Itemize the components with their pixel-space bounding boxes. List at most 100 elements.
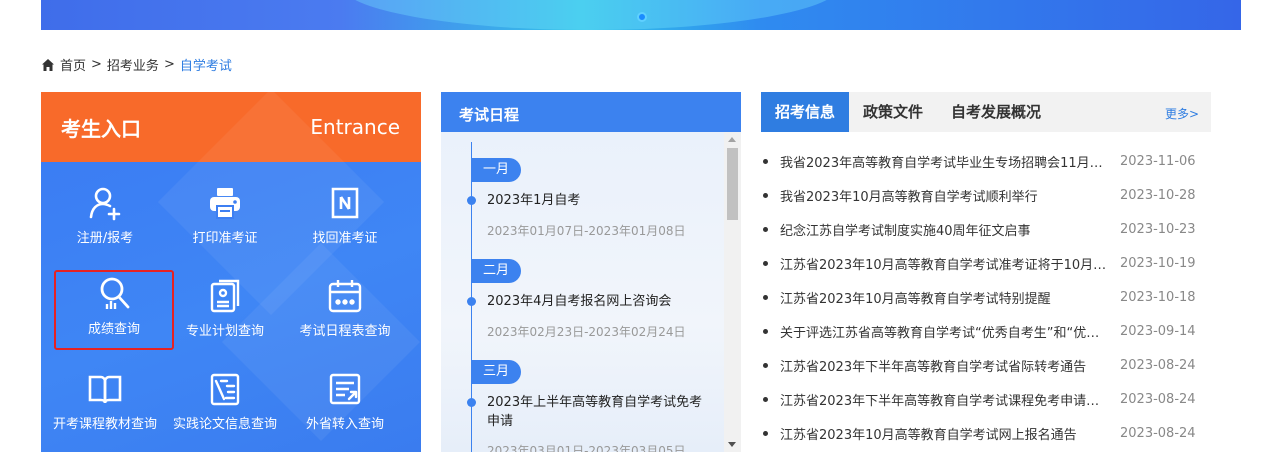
- entrance-item-label: 打印准考证: [192, 231, 258, 246]
- banner-carousel[interactable]: [41, 0, 1241, 30]
- entrance-item-label: 找回准考证: [312, 231, 378, 246]
- bullet-icon: [763, 192, 768, 198]
- schedule-event-date: 2023年02月23日-2023年02月24日: [487, 325, 686, 339]
- news-title-link[interactable]: 我省2023年高等教育自学考试毕业生专场招聘会11月18日举行: [780, 152, 1110, 171]
- calendar-icon: [328, 280, 362, 313]
- schedule-event-date: 2023年01月07日-2023年01月08日: [487, 224, 686, 238]
- news-date: 2023-08-24: [1120, 391, 1196, 407]
- news-date: 2023-09-14: [1120, 323, 1196, 339]
- entrance-item-label: 专业计划查询: [185, 324, 264, 339]
- entrance-item-label: 考试日程表查询: [299, 324, 391, 339]
- entrance-item-label: 外省转入查询: [305, 417, 384, 432]
- news-list-item: 江苏省2023年下半年高等教育自学考试课程免考申请通告 2023-08-24: [761, 382, 1211, 416]
- bullet-icon: [763, 158, 768, 164]
- printer-icon: [210, 188, 240, 219]
- month-tag: 二月: [471, 259, 522, 283]
- news-list-item: 江苏省2023年10月高等教育自学考试准考证将于10月20日开始打印 2023-1…: [761, 246, 1211, 280]
- news-list-item: 关于评选江苏省高等教育自学考试“优秀自考生”和“优秀助学单位”的通知 2023-0…: [761, 314, 1211, 348]
- paper-icon: [210, 373, 240, 406]
- entrance-title-en: Entrance: [310, 115, 400, 139]
- news-title-link[interactable]: 江苏省2023年10月高等教育自学考试准考证将于10月20日开始打印: [780, 254, 1110, 273]
- tab-recruitment-info[interactable]: 招考信息: [761, 92, 850, 132]
- bullet-icon: [763, 430, 768, 436]
- news-title-link[interactable]: 江苏省2023年下半年高等教育自学考试省际转考通告: [780, 356, 1110, 375]
- breadcrumb-separator: >: [163, 57, 175, 72]
- entrance-paper-query-button[interactable]: 实践论文信息查询: [165, 371, 285, 451]
- news-date: 2023-10-28: [1120, 187, 1196, 203]
- tab-development-overview[interactable]: 自考发展概况: [937, 92, 1055, 132]
- entrance-panel: 考生入口 Entrance 注册/报考 打印准考证 找回准考证 成绩查询 专业计…: [41, 92, 421, 452]
- news-title-link[interactable]: 江苏省2023年下半年高等教育自学考试课程免考申请通告: [780, 390, 1110, 409]
- schedule-event-title[interactable]: 2023年1月自考: [487, 191, 727, 210]
- news-title-link[interactable]: 纪念江苏自学考试制度实施40周年征文启事: [780, 220, 1110, 239]
- carousel-indicator-dot[interactable]: [637, 12, 647, 22]
- news-date: 2023-10-18: [1120, 289, 1196, 305]
- exam-schedule-panel: 考试日程 一月 2023年1月自考 2023年01月07日-2023年01月08…: [441, 92, 741, 452]
- news-title-link[interactable]: 江苏省2023年10月高等教育自学考试特别提醒: [780, 288, 1110, 307]
- news-date: 2023-10-19: [1120, 255, 1196, 271]
- entrance-item-label: 开考课程教材查询: [52, 417, 157, 432]
- bullet-icon: [763, 260, 768, 266]
- bullet-icon: [763, 396, 768, 402]
- entrance-transfer-query-button[interactable]: 外省转入查询: [285, 371, 405, 451]
- user-add-icon: [89, 187, 121, 221]
- news-date: 2023-08-24: [1120, 357, 1196, 373]
- news-title-link[interactable]: 关于评选江苏省高等教育自学考试“优秀自考生”和“优秀助学单位”的通知: [780, 322, 1110, 341]
- scroll-down-arrow-icon[interactable]: [728, 442, 736, 447]
- schedule-title: 考试日程: [441, 92, 741, 132]
- entrance-title: 考生入口: [61, 116, 141, 141]
- more-link[interactable]: 更多>: [1165, 105, 1199, 122]
- entrance-score-query-button[interactable]: 成绩查询: [54, 270, 174, 350]
- entrance-print-card-button[interactable]: 打印准考证: [165, 185, 285, 265]
- news-list-item: 我省2023年高等教育自学考试毕业生专场招聘会11月18日举行 2023-11-0…: [761, 144, 1211, 178]
- entrance-grid: 注册/报考 打印准考证 找回准考证 成绩查询 专业计划查询 考试日程表查询 开考…: [41, 92, 421, 452]
- home-icon: [42, 58, 54, 71]
- news-list-item: 纪念江苏自学考试制度实施40周年征文启事 2023-10-23: [761, 212, 1211, 246]
- entrance-retrieve-card-button[interactable]: 找回准考证: [285, 185, 405, 265]
- entrance-textbook-query-button[interactable]: 开考课程教材查询: [45, 371, 165, 451]
- banner-decoration: [341, 0, 841, 30]
- month-tag: 三月: [471, 360, 522, 384]
- bullet-icon: [763, 226, 768, 232]
- news-list: 我省2023年高等教育自学考试毕业生专场招聘会11月18日举行 2023-11-0…: [761, 144, 1211, 450]
- tab-policy-documents[interactable]: 政策文件: [849, 92, 937, 132]
- breadcrumb: 首页 > 招考业务 > 自学考试: [41, 55, 232, 74]
- news-list-item: 江苏省2023年10月高等教育自学考试网上报名通告 2023-08-24: [761, 416, 1211, 450]
- schedule-event-title[interactable]: 2023年4月自考报名网上咨询会: [487, 292, 727, 311]
- breadcrumb-home[interactable]: 首页: [60, 55, 86, 74]
- score-search-icon: [100, 277, 130, 309]
- news-date: 2023-08-24: [1120, 425, 1196, 441]
- entrance-item-label: 成绩查询: [87, 322, 140, 337]
- plan-doc-icon: [210, 279, 240, 313]
- timeline-dot: [467, 196, 476, 205]
- entrance-register-button[interactable]: 注册/报考: [45, 185, 165, 265]
- entrance-item-label: 注册/报考: [76, 231, 134, 246]
- month-tag: 一月: [471, 158, 522, 182]
- retrieve-card-icon: [331, 187, 359, 219]
- breadcrumb-current[interactable]: 自学考试: [180, 55, 232, 74]
- schedule-event-date: 2023年03月01日-2023年03月05日: [487, 444, 686, 452]
- entrance-plan-query-button[interactable]: 专业计划查询: [165, 278, 285, 358]
- book-icon: [88, 375, 122, 404]
- entrance-schedule-query-button[interactable]: 考试日程表查询: [285, 278, 405, 358]
- news-panel: 招考信息 政策文件 自考发展概况 更多> 我省2023年高等教育自学考试毕业生专…: [761, 92, 1211, 452]
- schedule-timeline[interactable]: 一月 2023年1月自考 2023年01月07日-2023年01月08日 二月 …: [441, 132, 741, 452]
- timeline-dot: [467, 297, 476, 306]
- bullet-icon: [763, 362, 768, 368]
- breadcrumb-level2[interactable]: 招考业务: [107, 55, 159, 74]
- breadcrumb-separator: >: [91, 57, 102, 72]
- transfer-form-icon: [329, 373, 361, 405]
- news-title-link[interactable]: 我省2023年10月高等教育自学考试顺利举行: [780, 186, 1110, 205]
- news-date: 2023-10-23: [1120, 221, 1196, 237]
- scroll-up-arrow-icon[interactable]: [728, 137, 736, 142]
- news-title-link[interactable]: 江苏省2023年10月高等教育自学考试网上报名通告: [780, 424, 1110, 443]
- news-tab-bar: 招考信息 政策文件 自考发展概况 更多>: [761, 92, 1211, 132]
- bullet-icon: [763, 294, 768, 300]
- news-list-item: 江苏省2023年下半年高等教育自学考试省际转考通告 2023-08-24: [761, 348, 1211, 382]
- entrance-item-label: 实践论文信息查询: [172, 417, 277, 432]
- scrollbar-thumb[interactable]: [727, 148, 738, 220]
- schedule-scrollbar[interactable]: [724, 132, 741, 452]
- bullet-icon: [763, 328, 768, 334]
- news-date: 2023-11-06: [1120, 153, 1196, 169]
- schedule-event-title[interactable]: 2023年上半年高等教育自学考试免考申请: [473, 393, 713, 431]
